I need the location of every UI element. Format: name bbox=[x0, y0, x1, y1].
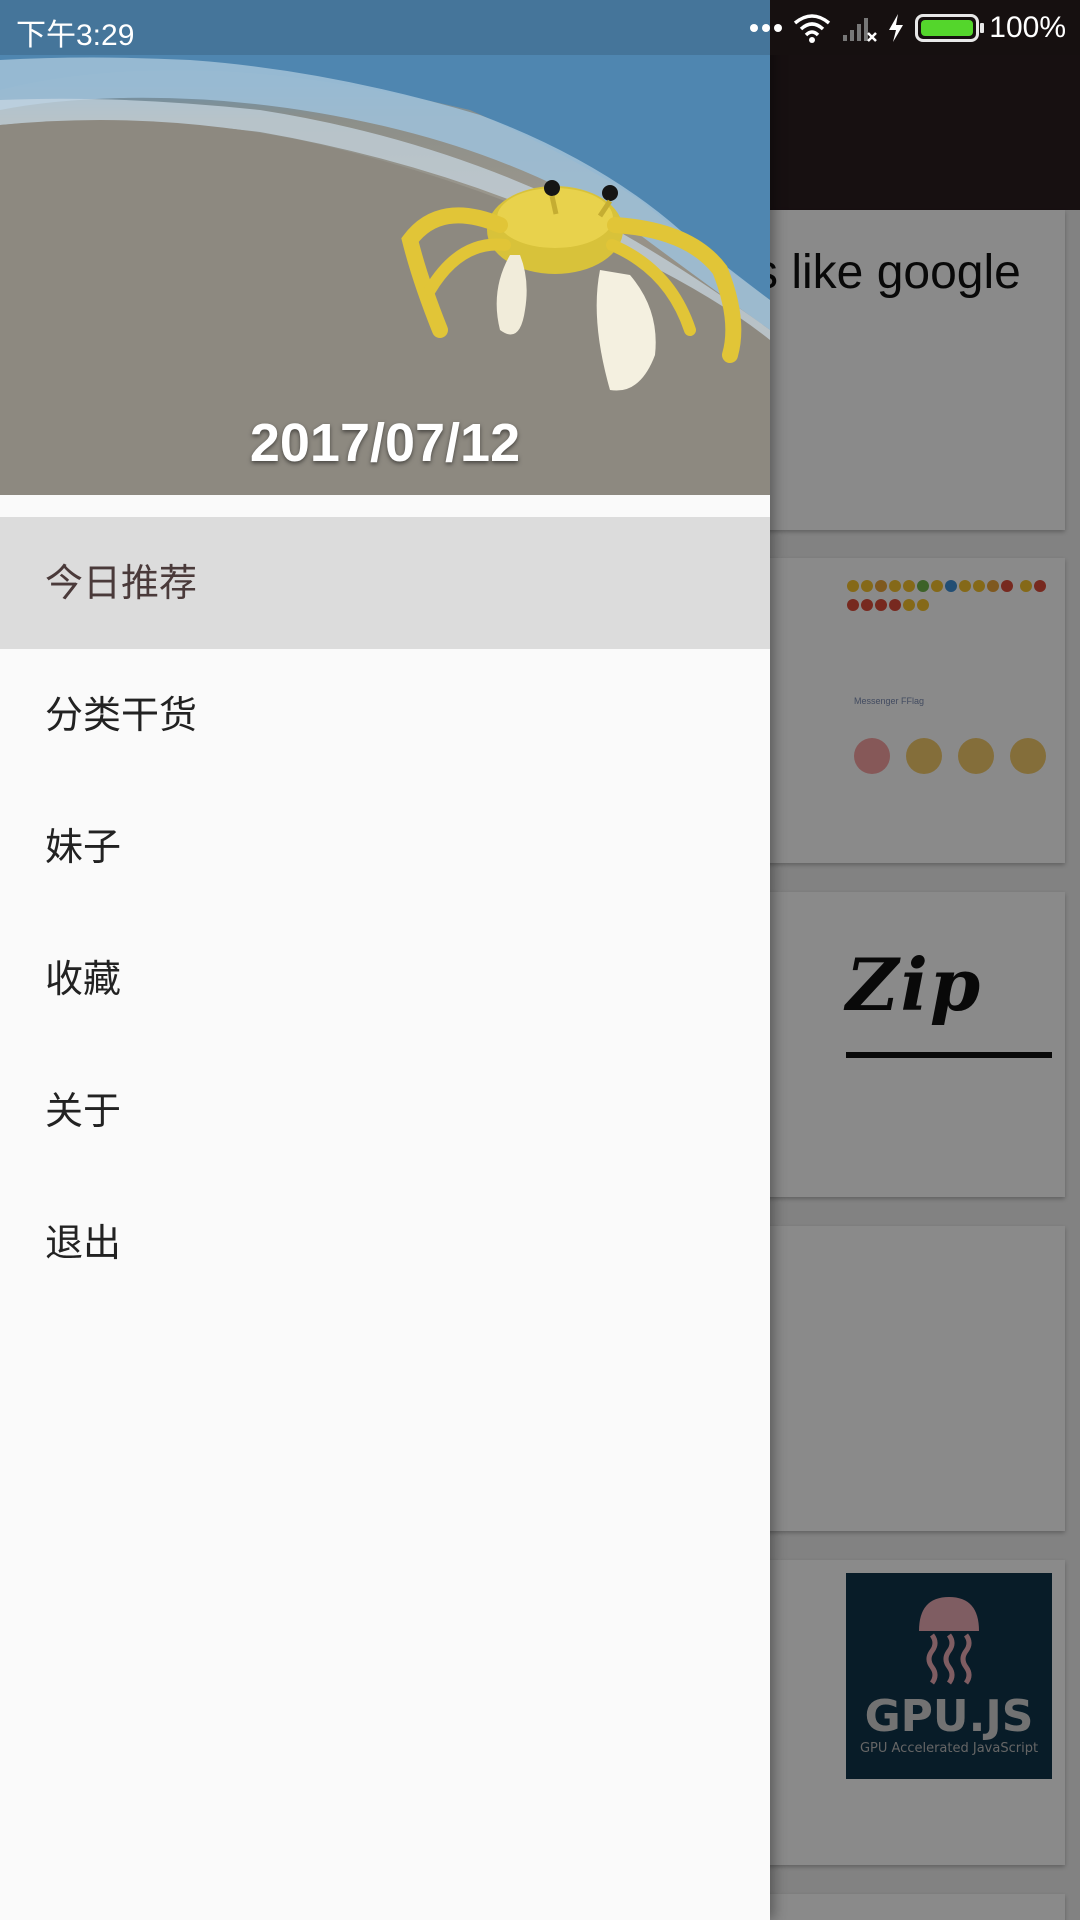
battery-level bbox=[921, 20, 974, 36]
charging-icon bbox=[889, 14, 904, 42]
wifi-icon bbox=[794, 14, 831, 43]
battery-icon bbox=[915, 14, 985, 42]
menu-item-today-recommend[interactable]: 今日推荐 bbox=[0, 517, 770, 649]
battery-percent: 100% bbox=[989, 11, 1066, 44]
menu-item-about[interactable]: 关于 bbox=[0, 1045, 770, 1177]
status-bar: 下午3:29 100% bbox=[0, 0, 1080, 55]
menu-item-exit[interactable]: 退出 bbox=[0, 1177, 770, 1309]
menu-item-favorites[interactable]: 收藏 bbox=[0, 913, 770, 1045]
signal-icon bbox=[843, 18, 878, 42]
more-dots-icon bbox=[750, 24, 783, 32]
drawer-menu: 今日推荐 分类干货 妹子 收藏 关于 退出 bbox=[0, 517, 770, 1309]
menu-item-girls[interactable]: 妹子 bbox=[0, 781, 770, 913]
status-time: 下午3:29 bbox=[16, 19, 135, 52]
header-date: 2017/07/12 bbox=[249, 413, 521, 473]
status-icons: 100% bbox=[749, 8, 1066, 48]
navigation-drawer: 2017/07/12 今日推荐 分类干货 妹子 收藏 关于 退出 bbox=[0, 0, 770, 1920]
drawer-header: 2017/07/12 bbox=[0, 0, 770, 495]
menu-item-categories[interactable]: 分类干货 bbox=[0, 649, 770, 781]
